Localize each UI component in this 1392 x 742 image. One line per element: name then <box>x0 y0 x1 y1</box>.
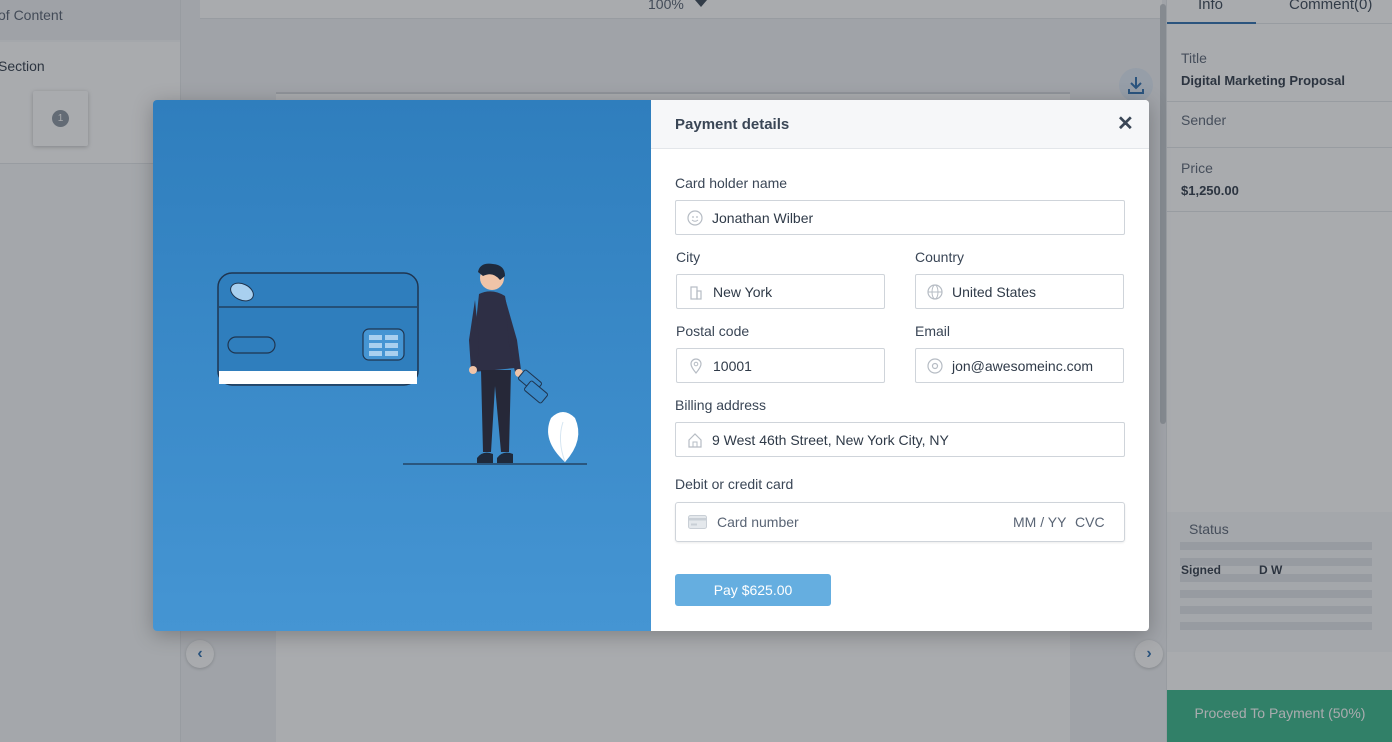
location-pin-icon <box>690 358 702 374</box>
city-input[interactable]: New York <box>676 274 885 309</box>
card-holder-label: Card holder name <box>675 175 788 191</box>
card-holder-value: Jonathan Wilber <box>712 210 814 226</box>
card-expiry-placeholder[interactable]: MM / YY <box>1013 514 1066 530</box>
country-label: Country <box>915 249 965 265</box>
city-value: New York <box>713 284 773 300</box>
building-icon <box>690 286 702 300</box>
card-cvc-placeholder[interactable]: CVC <box>1075 514 1105 530</box>
person-with-card-illustration <box>217 263 587 465</box>
card-number-input[interactable]: Card number MM / YY CVC <box>675 502 1125 542</box>
credit-card-icon <box>688 515 707 529</box>
payment-illustration <box>153 100 651 631</box>
payment-form: Payment details ✕ Card holder name Jonat… <box>651 100 1149 631</box>
card-holder-input[interactable]: Jonathan Wilber <box>675 200 1125 235</box>
card-number-placeholder: Card number <box>717 514 799 530</box>
close-icon[interactable]: ✕ <box>1117 114 1134 134</box>
email-label: Email <box>915 323 951 339</box>
pay-button[interactable]: Pay $625.00 <box>675 574 831 606</box>
city-label: City <box>676 249 701 265</box>
billing-address-label: Billing address <box>675 397 767 413</box>
country-input[interactable]: United States <box>915 274 1124 309</box>
payment-header: Payment details ✕ <box>651 100 1149 149</box>
globe-icon <box>927 284 943 300</box>
billing-address-value: 9 West 46th Street, New York City, NY <box>712 432 949 448</box>
user-icon <box>687 210 703 226</box>
card-label: Debit or credit card <box>675 476 794 492</box>
country-value: United States <box>952 284 1037 300</box>
payment-modal: Payment details ✕ Card holder name Jonat… <box>153 100 1149 631</box>
home-icon <box>688 433 702 448</box>
billing-address-input[interactable]: 9 West 46th Street, New York City, NY <box>675 422 1125 457</box>
payment-title: Payment details <box>675 116 790 133</box>
postal-code-value: 10001 <box>713 358 752 374</box>
email-input[interactable]: jon@awesomeinc.com <box>915 348 1124 383</box>
postal-code-input[interactable]: 10001 <box>676 348 885 383</box>
email-value: jon@awesomeinc.com <box>952 358 1094 374</box>
postal-code-label: Postal code <box>676 323 750 339</box>
at-sign-icon <box>927 358 943 374</box>
